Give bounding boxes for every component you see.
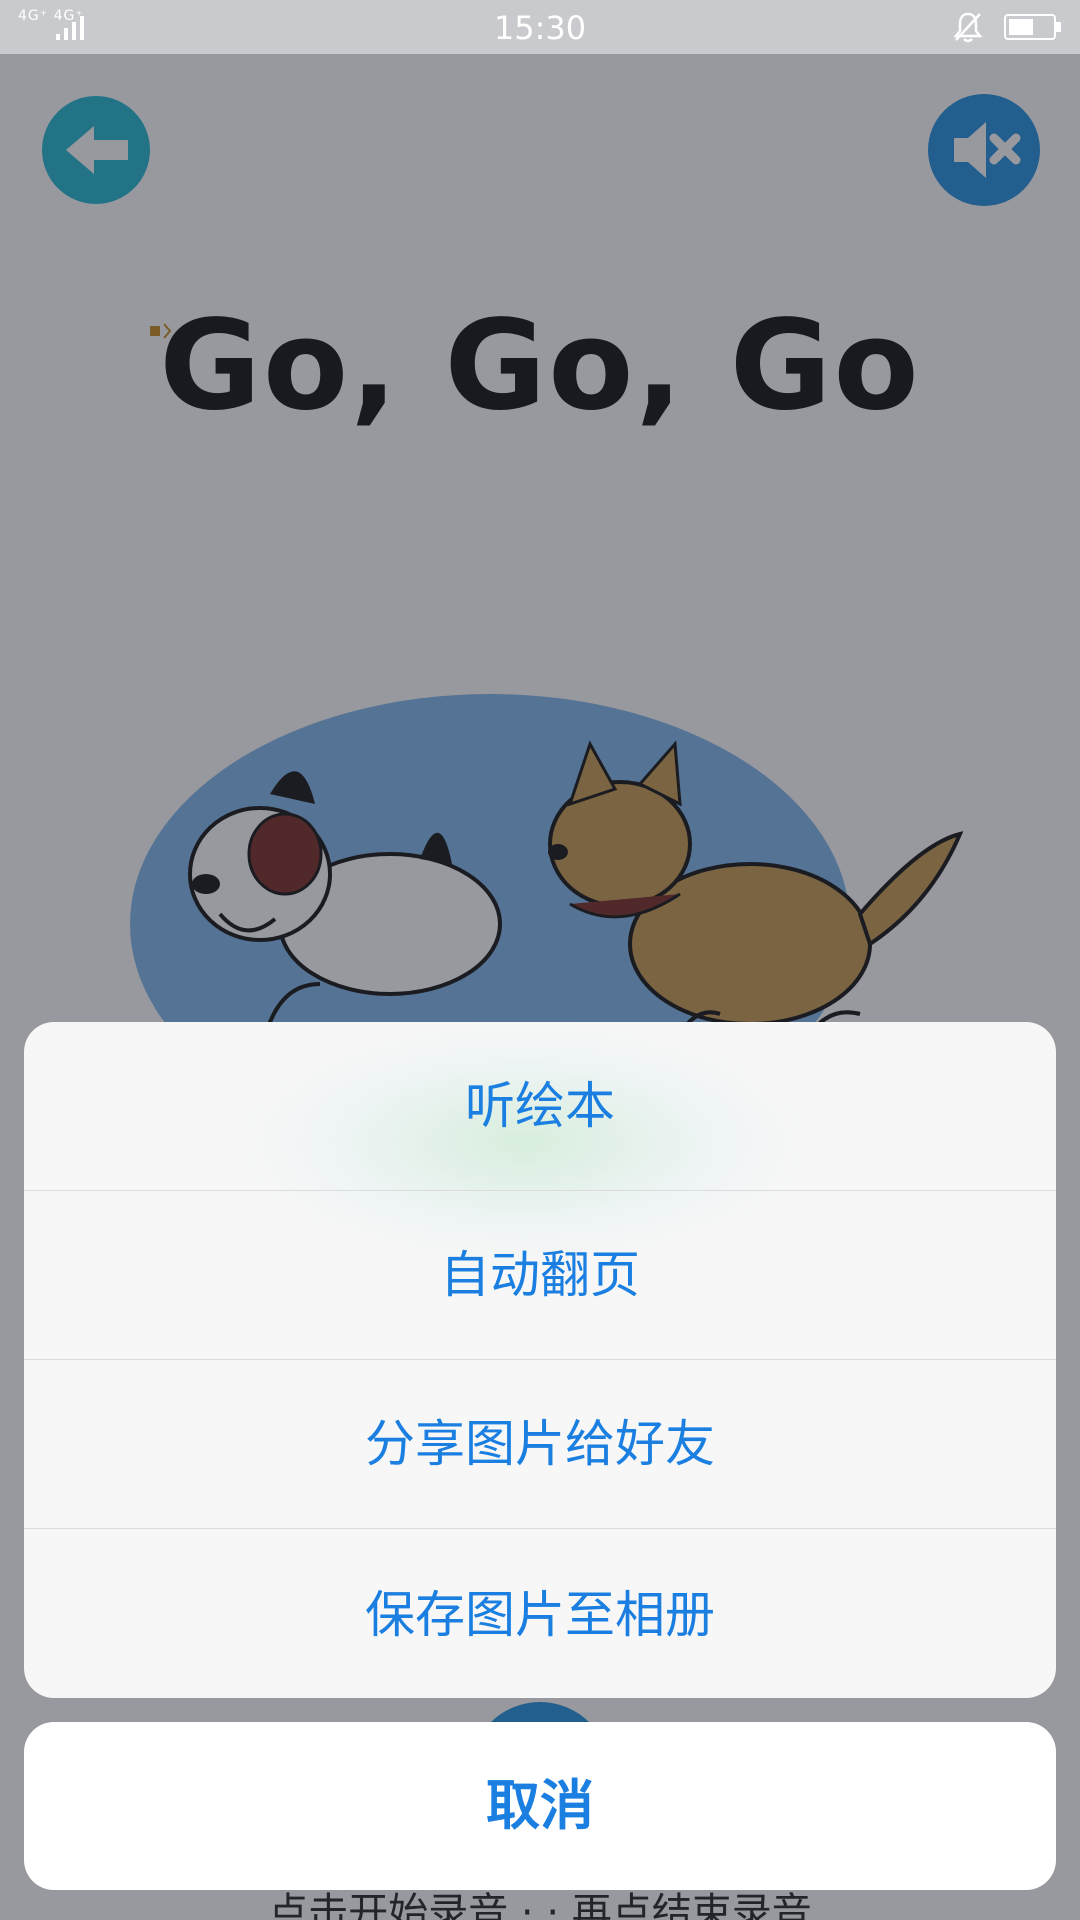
action-auto-page-turn[interactable]: 自动翻页 xyxy=(24,1191,1056,1360)
cancel-button[interactable]: 取消 xyxy=(24,1722,1056,1890)
action-label: 保存图片至相册 xyxy=(365,1586,715,1644)
action-share-image[interactable]: 分享图片给好友 xyxy=(24,1360,1056,1529)
action-label: 自动翻页 xyxy=(440,1246,640,1304)
bell-muted-icon xyxy=(953,12,983,43)
status-bar: 4G⁺ 4G⁺ 15:30 xyxy=(0,0,1080,54)
action-sheet: 听绘本 自动翻页 分享图片给好友 保存图片至相册 xyxy=(24,1022,1056,1698)
action-label: 听绘本 xyxy=(465,1077,615,1135)
action-listen-picture-book[interactable]: 听绘本 xyxy=(24,1022,1056,1191)
clock: 15:30 xyxy=(493,9,587,47)
action-label: 分享图片给好友 xyxy=(365,1415,715,1473)
battery-icon xyxy=(1004,14,1061,40)
action-save-image[interactable]: 保存图片至相册 xyxy=(24,1529,1056,1698)
